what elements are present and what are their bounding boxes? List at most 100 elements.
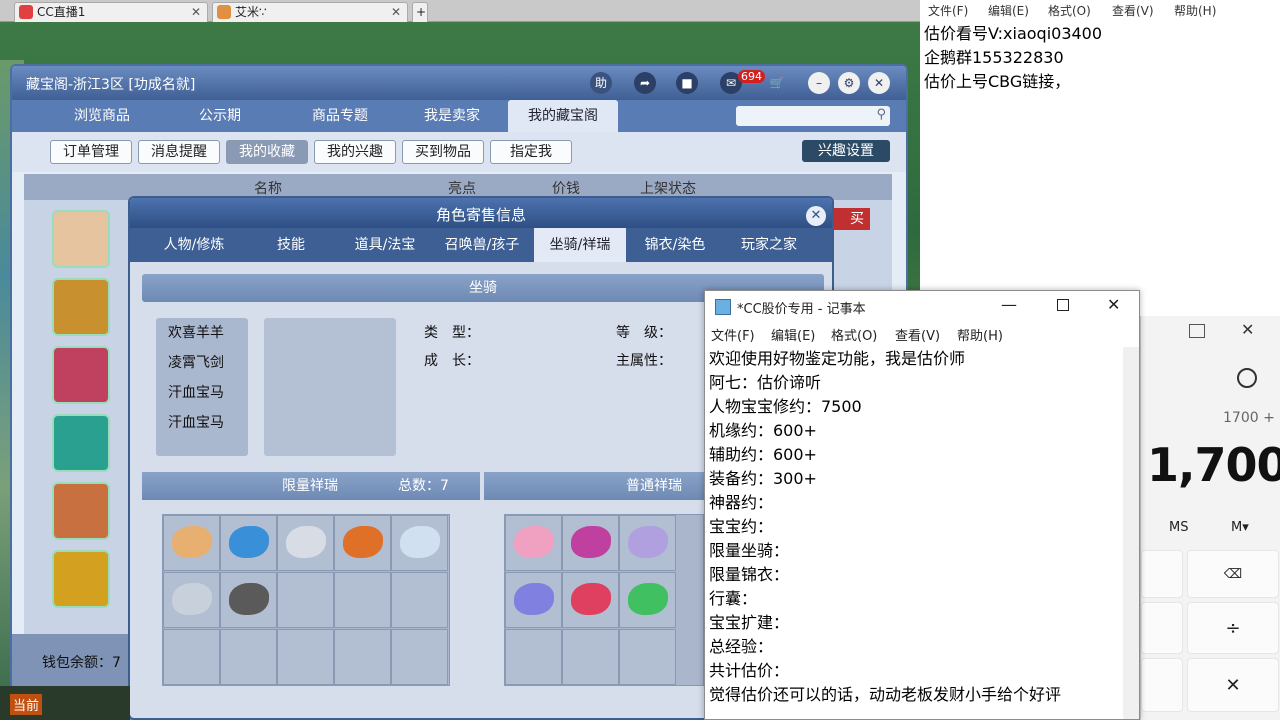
pet-slot[interactable] [562,572,619,628]
pet-slot[interactable] [220,515,277,571]
help-button[interactable]: 助 [590,72,612,94]
pet-slot[interactable] [391,572,448,628]
avatar[interactable] [52,278,110,336]
menu-format[interactable]: 格式(O) [831,325,877,344]
pet-slot[interactable] [619,572,676,628]
interest-settings-button[interactable]: 兴趣设置 [802,140,890,162]
pet-slot[interactable] [220,629,277,685]
minimize-icon[interactable]: — [1001,295,1017,314]
notepad-scrollbar[interactable] [1123,347,1139,719]
text-line: 宝宝约： [709,517,774,536]
multiply-button[interactable]: ✕ [1187,658,1279,712]
cc-live-icon [19,5,33,19]
calc-key[interactable] [1141,658,1183,712]
menu-format[interactable]: 格式(O) [1048,2,1091,19]
close-icon[interactable]: ✕ [1241,320,1254,339]
buy-button[interactable]: 买 [834,208,870,230]
avatar[interactable] [52,550,110,608]
pet-slot[interactable] [163,572,220,628]
pet-slot[interactable] [505,572,562,628]
pet-slot[interactable] [334,515,391,571]
pet-slot[interactable] [562,515,619,571]
calc-key[interactable] [1141,550,1183,598]
close-icon[interactable]: ✕ [806,206,826,226]
pet-slot[interactable] [163,515,220,571]
maximize-icon[interactable] [1189,324,1205,338]
subtab-orders[interactable]: 订单管理 [50,140,132,164]
subtab-interests[interactable]: 我的兴趣 [314,140,396,164]
menu-view[interactable]: 查看(V) [895,325,940,344]
tab-seller[interactable]: 我是卖家 [402,100,502,132]
menu-edit[interactable]: 编辑(E) [988,2,1029,19]
pet-slot[interactable] [562,629,619,685]
mount-item[interactable]: 汗血宝马 [168,382,224,402]
mount-item[interactable]: 凌霄飞剑 [168,352,224,372]
search-input[interactable]: ⚲ [736,106,890,126]
pet-slot[interactable] [277,515,334,571]
mount-item[interactable]: 汗血宝马 [168,412,224,432]
menu-help[interactable]: 帮助(H) [957,325,1003,344]
tab-summons[interactable]: 召唤兽/孩子 [432,228,532,262]
maximize-icon[interactable] [1057,299,1069,311]
menu-view[interactable]: 查看(V) [1112,2,1154,19]
close-icon[interactable]: ✕ [1107,295,1120,314]
close-icon[interactable]: ✕ [391,3,401,21]
minimize-icon[interactable]: – [808,72,830,94]
menu-file[interactable]: 文件(F) [928,2,968,19]
menu-edit[interactable]: 编辑(E) [771,325,815,344]
search-icon[interactable]: ⚲ [876,107,886,122]
calc-key[interactable] [1141,602,1183,654]
pet-slot[interactable] [163,629,220,685]
settings-icon[interactable]: ⚙ [838,72,860,94]
pet-slot[interactable] [334,572,391,628]
close-icon[interactable]: ✕ [868,72,890,94]
share-icon[interactable]: ➦ [634,72,656,94]
tab-character[interactable]: 人物/修炼 [146,228,242,262]
tab-home[interactable]: 玩家之家 [724,228,814,262]
channel-current-button[interactable]: 当前 [10,694,43,715]
backspace-icon[interactable]: ⌫ [1187,550,1279,598]
tab-topics[interactable]: 商品专题 [282,100,398,132]
mount-item[interactable]: 欢喜羊羊 [168,322,224,342]
close-icon[interactable]: ✕ [191,3,201,21]
tab-items[interactable]: 道具/法宝 [342,228,428,262]
pet-slot[interactable] [220,572,277,628]
subtab-messages[interactable]: 消息提醒 [138,140,220,164]
cart-icon[interactable]: 🛒 [766,72,788,94]
new-tab-button[interactable]: + [412,2,428,22]
calc-ms-button[interactable]: MS [1169,520,1188,535]
browser-tab-aimi[interactable]: 艾米∵ ✕ [212,2,408,22]
menu-file[interactable]: 文件(F) [711,325,755,344]
divide-button[interactable]: ÷ [1187,602,1279,654]
pet-slot[interactable] [505,629,562,685]
tab-public[interactable]: 公示期 [170,100,270,132]
pet-icon [514,526,554,558]
calc-m-button[interactable]: M▾ [1231,520,1249,535]
avatar[interactable] [52,482,110,540]
subtab-bought[interactable]: 买到物品 [402,140,484,164]
pet-slot[interactable] [334,629,391,685]
pet-slot[interactable] [505,515,562,571]
subtab-designated[interactable]: 指定我 [490,140,572,164]
tab-browse[interactable]: 浏览商品 [52,100,152,132]
pet-slot[interactable] [391,515,448,571]
menu-help[interactable]: 帮助(H) [1174,2,1216,19]
avatar[interactable] [52,414,110,472]
pet-slot[interactable] [619,629,676,685]
browser-tab-cc-live[interactable]: CC直播1 ✕ [14,2,208,22]
avatar[interactable] [52,346,110,404]
pet-slot[interactable] [619,515,676,571]
tab-skills[interactable]: 技能 [246,228,336,262]
avatar[interactable] [52,210,110,268]
notepad-text-area[interactable]: 欢迎使用好物鉴定功能，我是估价师 阿七：估价谛听 人物宝宝修约：7500 机缘约… [709,347,1119,707]
tab-outfits[interactable]: 锦衣/染色 [630,228,720,262]
stop-icon[interactable]: ■ [676,72,698,94]
tab-mounts[interactable]: 坐骑/祥瑞 [534,228,626,262]
right-notepad-text[interactable]: 估价看号V:xiaoqi03400 企鹅群155322830 估价上号CBG链接… [924,22,1102,94]
pet-slot[interactable] [391,629,448,685]
pet-slot[interactable] [277,629,334,685]
pet-slot[interactable] [277,572,334,628]
history-icon[interactable] [1237,368,1257,388]
tab-my-pavilion[interactable]: 我的藏宝阁 [508,100,618,132]
subtab-favorites[interactable]: 我的收藏 [226,140,308,164]
